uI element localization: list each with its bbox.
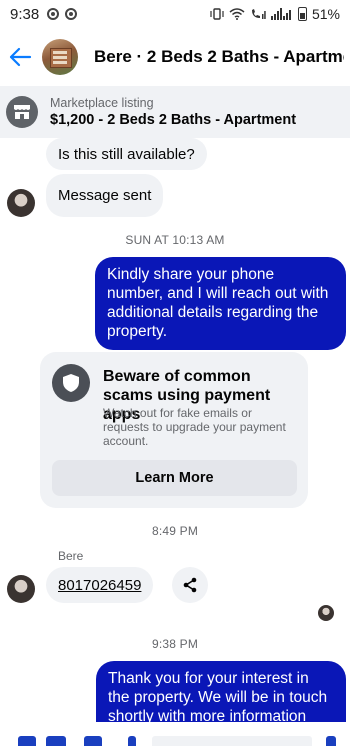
conversation-header: Bere · 2 Beds 2 Baths - Apartment (0, 28, 350, 86)
like-icon[interactable] (326, 736, 336, 746)
learn-more-button[interactable]: Learn More (52, 460, 297, 496)
status-time: 9:38 (10, 5, 40, 23)
incoming-message[interactable]: Is this still available? (46, 138, 207, 170)
camera-icon[interactable] (46, 736, 66, 746)
listing-avatar[interactable] (42, 39, 78, 75)
timestamp: 8:49 PM (151, 524, 199, 538)
back-button[interactable] (2, 39, 38, 75)
call-signal-icon (251, 9, 266, 19)
incoming-message[interactable]: Message sent (46, 174, 164, 217)
battery-percent: 51% (311, 6, 340, 22)
read-receipt-avatar (318, 605, 334, 621)
message-thread[interactable]: Is this still available? Message sent SU… (0, 138, 350, 722)
status-bar: 9:38 51% (0, 0, 350, 28)
sender-avatar[interactable] (7, 189, 35, 217)
mic-icon[interactable] (128, 736, 136, 746)
timestamp: 9:38 PM (151, 637, 199, 651)
chrome-notification-icon (47, 8, 60, 20)
composer-bar (0, 722, 350, 747)
chrome-notification-icon-2 (65, 8, 78, 20)
message-text: Thank you for your interest in the prope… (108, 670, 328, 722)
sender-name: Bere (58, 549, 84, 563)
message-text: Is this still available? (58, 145, 195, 163)
share-icon (183, 577, 197, 593)
vibrate-icon (210, 8, 224, 20)
signal-icon (270, 8, 291, 20)
outgoing-message[interactable]: Kindly share your phone number, and I wi… (95, 257, 346, 350)
listing-label: Marketplace listing (50, 96, 154, 110)
wifi-icon (229, 8, 245, 20)
scam-warning-card: Beware of common scams using payment app… (40, 352, 308, 508)
back-arrow-icon (9, 47, 32, 67)
message-text: Message sent (58, 187, 152, 204)
menu-icon[interactable] (18, 736, 36, 746)
listing-title: $1,200 - 2 Beds 2 Baths - Apartment (50, 112, 297, 128)
phone-number-link[interactable]: 8017026459 (58, 577, 141, 594)
share-button[interactable] (172, 567, 208, 603)
scam-warning-description: Watch out for fake emails or requests to… (103, 406, 286, 448)
message-input[interactable] (152, 736, 312, 746)
message-text: Kindly share your phone number, and I wi… (107, 266, 329, 340)
store-icon (6, 96, 38, 128)
timestamp: SUN AT 10:13 AM (125, 233, 225, 247)
marketplace-listing-banner[interactable]: Marketplace listing $1,200 - 2 Beds 2 Ba… (0, 86, 350, 138)
gallery-icon[interactable] (84, 736, 102, 746)
conversation-title[interactable]: Bere · 2 Beds 2 Baths - Apartment (94, 47, 344, 67)
battery-icon (297, 7, 307, 21)
phone-number-message[interactable]: 8017026459 (46, 567, 154, 603)
outgoing-message[interactable]: Thank you for your interest in the prope… (96, 661, 346, 722)
sender-avatar[interactable] (7, 575, 35, 603)
shield-icon (52, 364, 90, 402)
